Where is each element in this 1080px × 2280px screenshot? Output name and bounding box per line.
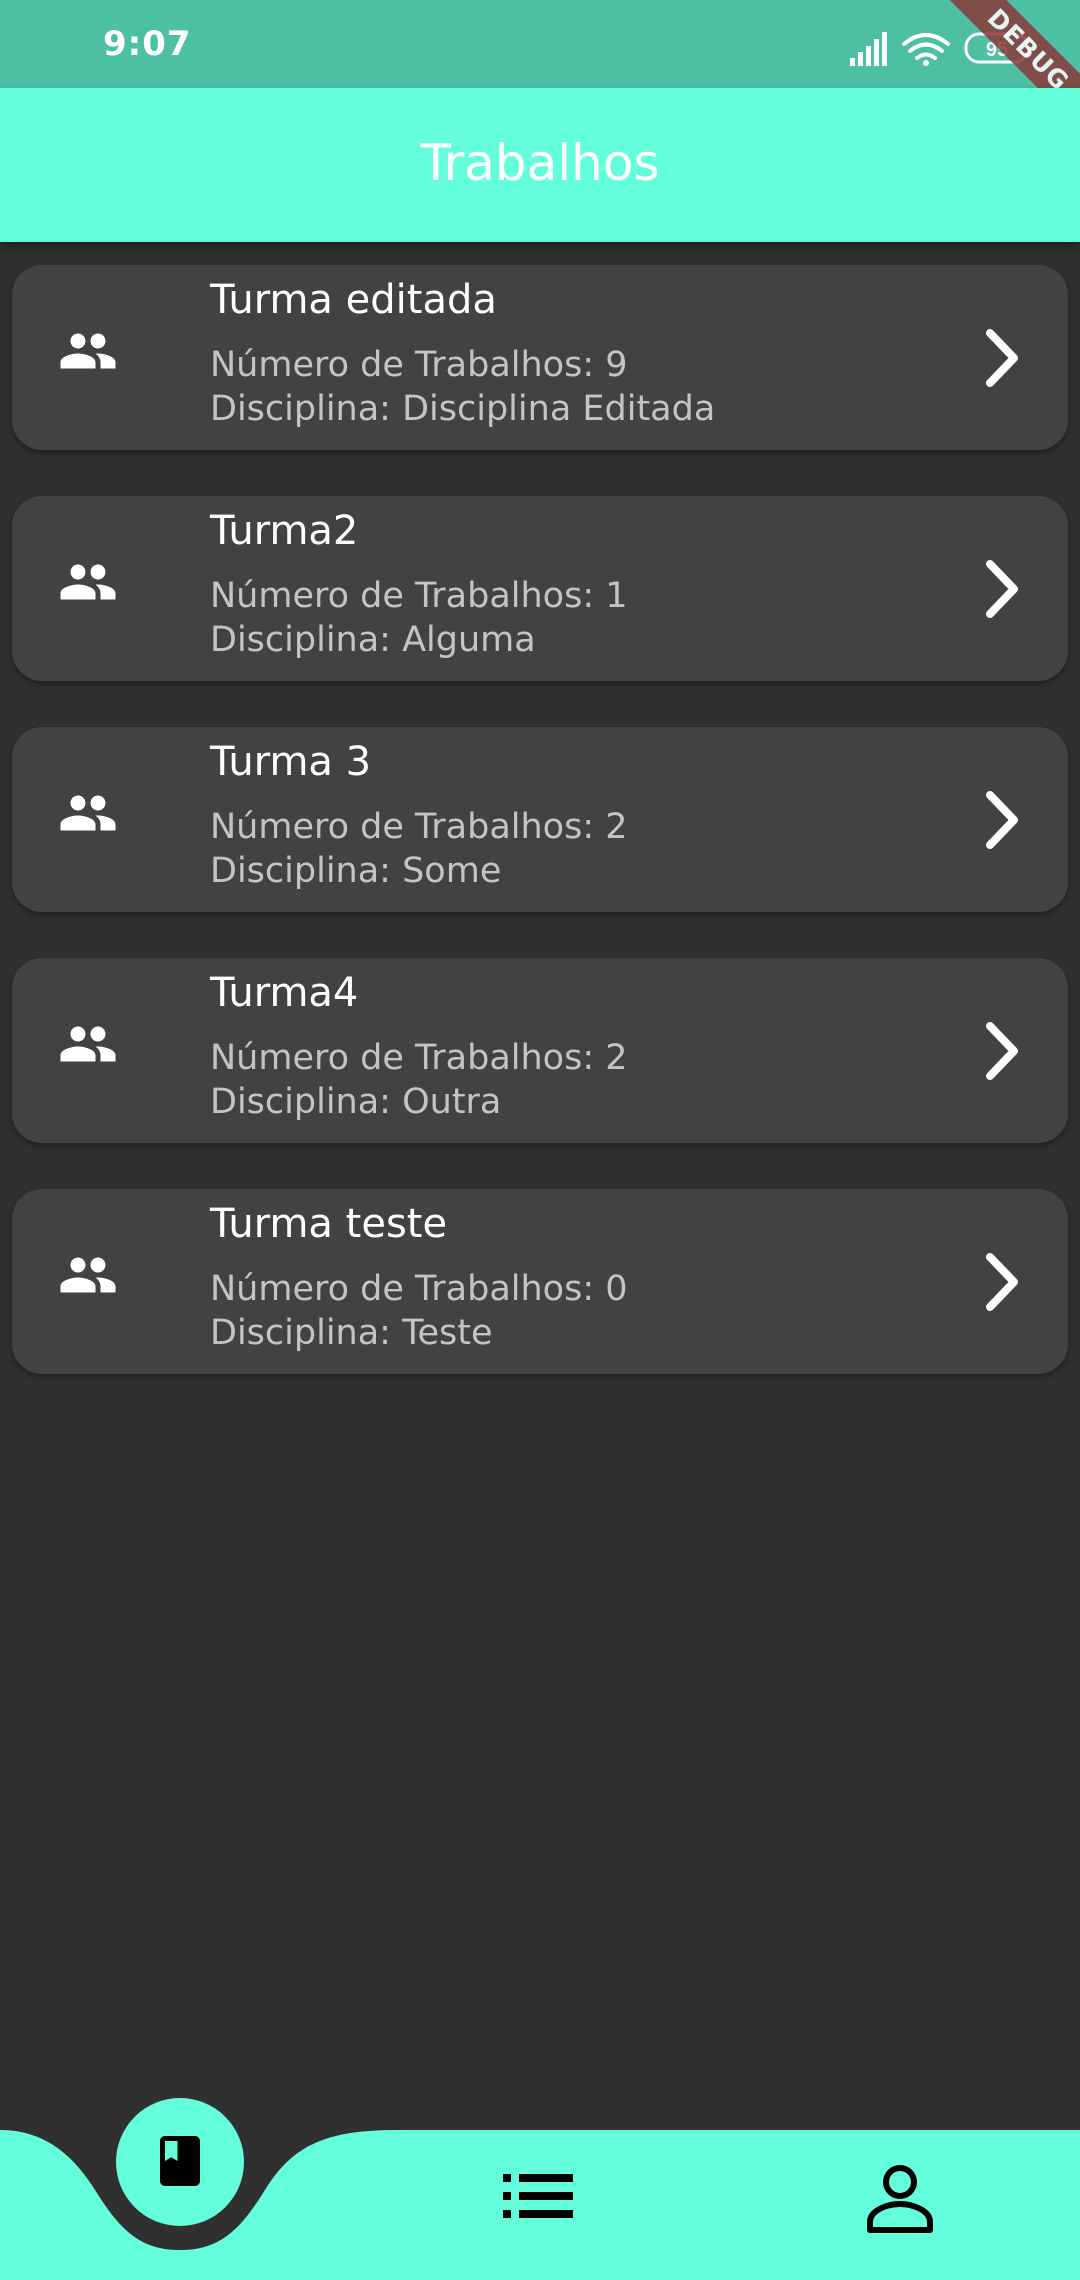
wifi-icon bbox=[902, 33, 950, 66]
class-title: Turma4 bbox=[210, 970, 359, 1016]
class-title: Turma teste bbox=[210, 1201, 448, 1247]
person-icon[interactable] bbox=[864, 2164, 936, 2236]
assignment-count: Número de Trabalhos: 9 bbox=[210, 345, 628, 385]
discipline-name: Disciplina: Some bbox=[210, 851, 502, 891]
chevron-right-icon[interactable] bbox=[970, 785, 1030, 855]
class-card[interactable]: Turma4 Número de Trabalhos: 2 Disciplina… bbox=[12, 958, 1068, 1143]
signal-icon bbox=[850, 32, 887, 66]
class-card[interactable]: Turma2 Número de Trabalhos: 1 Disciplina… bbox=[12, 496, 1068, 681]
class-title: Turma editada bbox=[210, 277, 497, 323]
assignment-count: Número de Trabalhos: 0 bbox=[210, 1269, 628, 1309]
discipline-name: Disciplina: Teste bbox=[210, 1313, 493, 1353]
people-icon bbox=[60, 1257, 116, 1293]
discipline-name: Disciplina: Outra bbox=[210, 1082, 502, 1122]
class-card[interactable]: Turma teste Número de Trabalhos: 0 Disci… bbox=[12, 1189, 1068, 1374]
status-time: 9:07 bbox=[103, 24, 192, 64]
chevron-right-icon[interactable] bbox=[970, 323, 1030, 393]
chevron-right-icon[interactable] bbox=[970, 1016, 1030, 1086]
class-card[interactable]: Turma editada Número de Trabalhos: 9 Dis… bbox=[12, 265, 1068, 450]
people-icon bbox=[60, 333, 116, 369]
chevron-right-icon[interactable] bbox=[970, 1247, 1030, 1317]
app-bar: Trabalhos bbox=[0, 88, 1080, 242]
class-list: Turma editada Número de Trabalhos: 9 Dis… bbox=[12, 265, 1068, 1420]
class-title: Turma2 bbox=[210, 508, 359, 554]
discipline-name: Disciplina: Disciplina Editada bbox=[210, 389, 716, 429]
book-icon bbox=[160, 2136, 200, 2186]
assignment-count: Número de Trabalhos: 1 bbox=[210, 576, 628, 616]
list-icon[interactable] bbox=[503, 2172, 573, 2220]
status-bar: 9:07 95 DEBUG bbox=[0, 0, 1080, 142]
assignment-count: Número de Trabalhos: 2 bbox=[210, 807, 628, 847]
people-icon bbox=[60, 564, 116, 600]
discipline-name: Disciplina: Alguma bbox=[210, 620, 536, 660]
page-title: Trabalhos bbox=[420, 134, 660, 192]
people-icon bbox=[60, 1026, 116, 1062]
chevron-right-icon[interactable] bbox=[970, 554, 1030, 624]
people-icon bbox=[60, 795, 116, 831]
class-card[interactable]: Turma 3 Número de Trabalhos: 2 Disciplin… bbox=[12, 727, 1068, 912]
assignment-count: Número de Trabalhos: 2 bbox=[210, 1038, 628, 1078]
class-title: Turma 3 bbox=[210, 739, 372, 785]
nav-item-books[interactable] bbox=[116, 2098, 244, 2226]
